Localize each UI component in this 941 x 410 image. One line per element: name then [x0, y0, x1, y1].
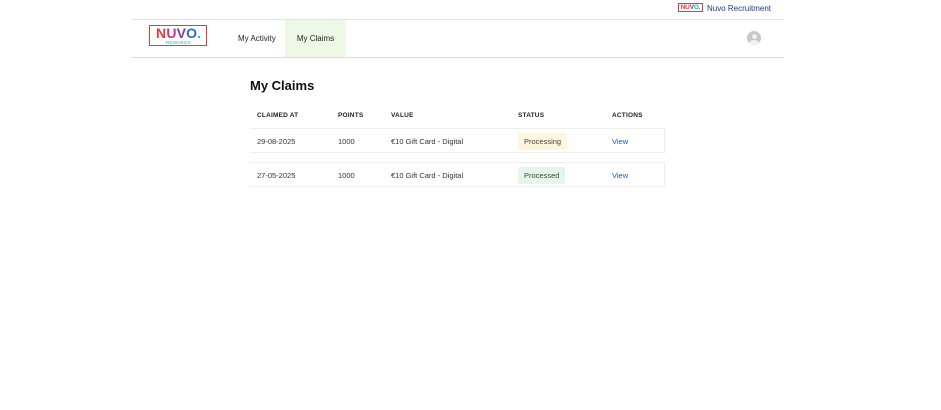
nav-divider — [132, 57, 784, 58]
avatar-shoulders-shape — [749, 39, 759, 45]
nuvo-rewards-logo[interactable]: NUVO. REWARDS — [149, 25, 207, 46]
nav-my-activity[interactable]: My Activity — [233, 20, 284, 57]
status-badge: Processed — [518, 167, 566, 184]
claimed-at-cell: 29-08-2025 — [257, 137, 296, 146]
table-row: 27-05-2025 1000 €10 Gift Card - Digital … — [250, 162, 665, 187]
logo-wordmark: NUVO. — [156, 25, 202, 41]
claimed-at-cell: 27-05-2025 — [257, 171, 296, 180]
value-cell: €10 Gift Card - Digital — [391, 137, 464, 146]
column-header-claimed-at: CLAIMED AT — [257, 112, 299, 119]
value-cell: €10 Gift Card - Digital — [391, 171, 464, 180]
top-brand-strip: NUVO. Nuvo Recruitment — [0, 0, 941, 19]
view-link[interactable]: View — [612, 163, 628, 188]
user-avatar-icon[interactable] — [747, 31, 761, 45]
logo-subtitle: REWARDS — [166, 40, 191, 45]
nav-my-claims[interactable]: My Claims — [285, 20, 346, 57]
column-header-points: POINTS — [338, 112, 364, 119]
page-title: My Claims — [250, 78, 315, 93]
column-header-actions: ACTIONS — [612, 112, 643, 119]
avatar-head-shape — [751, 33, 757, 39]
nuvo-mini-logo: NUVO. — [678, 3, 703, 12]
table-row: 29-08-2025 1000 €10 Gift Card - Digital … — [250, 128, 665, 153]
top-divider — [132, 19, 784, 20]
column-header-value: VALUE — [391, 112, 414, 119]
nuvo-recruitment-link[interactable]: Nuvo Recruitment — [707, 4, 771, 13]
points-cell: 1000 — [338, 137, 355, 146]
column-header-status: STATUS — [518, 112, 545, 119]
status-badge: Processing — [518, 133, 568, 150]
view-link[interactable]: View — [612, 129, 628, 154]
points-cell: 1000 — [338, 171, 355, 180]
